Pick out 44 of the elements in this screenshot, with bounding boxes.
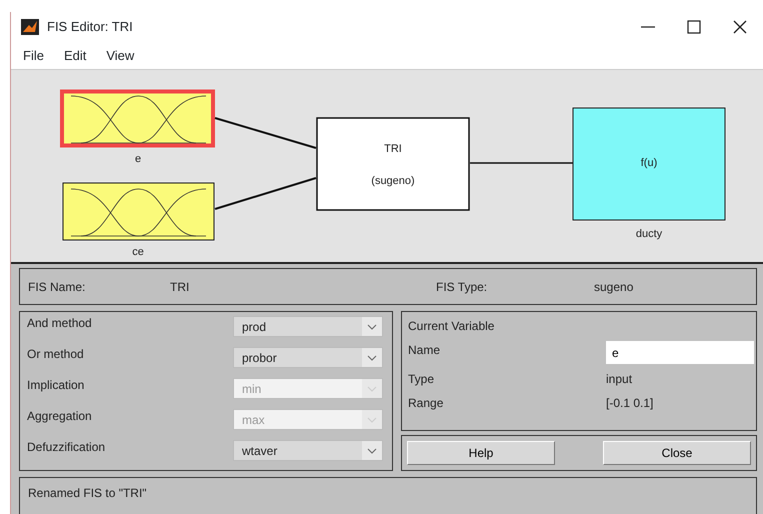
- name-field[interactable]: e: [606, 341, 754, 364]
- panel-title: Current Variable: [408, 318, 496, 335]
- close-icon[interactable]: [731, 19, 749, 35]
- field-label: FIS Type:: [436, 278, 488, 296]
- input-variable-node[interactable]: [62, 182, 214, 240]
- app-icon: [21, 19, 39, 35]
- field-label: Type: [408, 371, 436, 388]
- field-label: FIS Name:: [27, 278, 86, 296]
- variable-label: ducty: [636, 228, 662, 240]
- dialog-button[interactable]: Close: [603, 441, 751, 465]
- field-value: TRI: [170, 278, 190, 296]
- function-label: f(u): [640, 157, 658, 169]
- menu-item[interactable]: File: [13, 46, 54, 66]
- method-label: Aggregation: [27, 408, 93, 425]
- menu-item[interactable]: Edit: [54, 46, 96, 66]
- caret-icon: [367, 448, 377, 454]
- method-dropdown[interactable]: prod: [233, 316, 383, 337]
- method-dropdown[interactable]: wtaver: [233, 440, 383, 461]
- menu-item[interactable]: View: [96, 46, 144, 66]
- method-label: Implication: [27, 377, 86, 394]
- system-name: TRI: [384, 143, 402, 155]
- method-label: Defuzzification: [27, 439, 106, 456]
- field-value: sugeno: [594, 278, 634, 296]
- variable-label: e: [134, 153, 142, 165]
- caret-icon: [367, 416, 377, 422]
- maximize-icon[interactable]: [685, 19, 703, 35]
- input-variable-node[interactable]: [60, 90, 215, 148]
- method-label: Or method: [27, 346, 85, 363]
- dialog-button[interactable]: Help: [407, 441, 555, 465]
- caret-icon: [367, 324, 377, 330]
- window-title: FIS Editor: TRI: [47, 18, 133, 36]
- caret-icon: [367, 386, 377, 392]
- output-variable-node[interactable]: [572, 108, 726, 220]
- method-label: And method: [27, 315, 93, 332]
- system-node[interactable]: [316, 117, 470, 211]
- caret-icon: [367, 354, 377, 360]
- status-message: Renamed FIS to "TRI": [28, 486, 147, 500]
- field-label: Name: [408, 342, 442, 359]
- field-value: [-0.1 0.1]: [606, 395, 654, 412]
- method-dropdown[interactable]: probor: [233, 347, 383, 368]
- field-label: Range: [408, 395, 444, 412]
- system-type: (sugeno): [371, 175, 415, 187]
- variable-label: ce: [132, 246, 144, 258]
- field-value: input: [606, 371, 634, 388]
